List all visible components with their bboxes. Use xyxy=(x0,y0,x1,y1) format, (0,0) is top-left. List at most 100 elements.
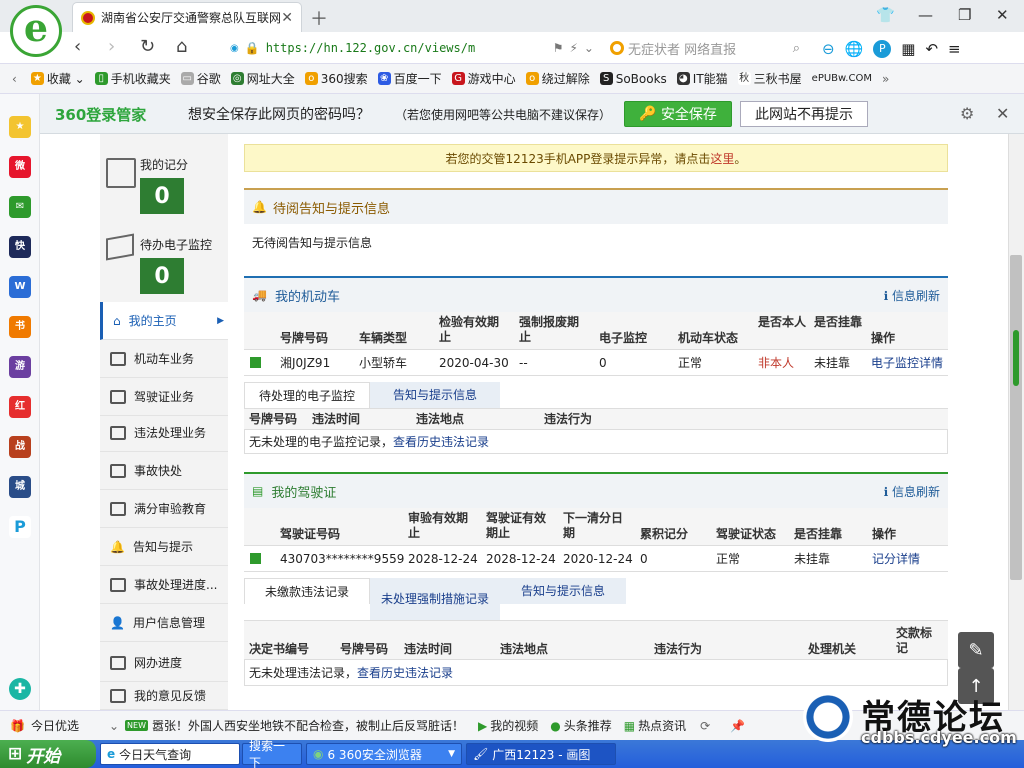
nav-accident-progress[interactable]: 事故处理进度... xyxy=(100,566,228,604)
bookmark-sobooks[interactable]: S SoBooks xyxy=(599,72,667,86)
search-input[interactable]: 无症状者 网络直报 xyxy=(628,39,736,58)
gear-icon[interactable]: ⚙ xyxy=(960,104,974,123)
home-icon[interactable]: ⌂ xyxy=(176,36,187,57)
points-detail-link[interactable]: 记分详情 xyxy=(872,552,920,567)
tab-pending-monitor[interactable]: 待处理的电子监控 xyxy=(244,382,370,408)
license-clear: 2020-12-24 xyxy=(563,552,633,566)
tab-vehicle-notice[interactable]: 告知与提示信息 xyxy=(370,382,500,408)
more-bookmarks-icon[interactable]: » xyxy=(882,72,889,86)
back-icon[interactable]: ‹ xyxy=(74,36,81,57)
forward-icon[interactable]: › xyxy=(108,36,115,57)
word-icon[interactable]: W xyxy=(9,276,31,298)
minus-circle-icon[interactable]: ⊖ xyxy=(822,40,835,58)
bookmark-epubw[interactable]: ePUBw.COM xyxy=(812,73,872,84)
bookmark-360search[interactable]: o 360搜索 xyxy=(304,70,368,87)
search-icon[interactable]: ⌕ xyxy=(793,41,800,56)
bookmark-itmao[interactable]: ◕ IT能猫 xyxy=(676,70,728,87)
nav-home[interactable]: ⌂ 我的主页 ▶ xyxy=(100,302,228,340)
nav-education[interactable]: 满分审验教育 xyxy=(100,490,228,528)
close-bar-icon[interactable]: ✕ xyxy=(996,104,1009,123)
apps-grid-icon[interactable]: ▦ xyxy=(901,40,915,58)
url-bar[interactable]: ◉ 🔒 https://hn.122.gov.cn/views/m ⚑⚡⌄ xyxy=(230,36,600,60)
edit-feedback-icon[interactable]: ✎ xyxy=(958,632,994,668)
game-icon[interactable]: 游 xyxy=(9,356,31,378)
hot-news[interactable]: 热点资讯 xyxy=(638,717,686,734)
chevron-down-icon[interactable]: ⌄ xyxy=(109,719,119,733)
license-valid: 2028-12-24 xyxy=(486,552,556,566)
shirt-skin-icon[interactable]: 👕 xyxy=(876,6,895,24)
add-app-icon[interactable]: ✚ xyxy=(9,678,31,700)
license-refresh-link[interactable]: ℹ 信息刷新 xyxy=(884,483,940,500)
nav-notice[interactable]: 🔔 告知与提示 xyxy=(100,528,228,566)
game-hero-icon[interactable]: 战 xyxy=(9,436,31,458)
globe-icon[interactable]: 🌐 xyxy=(845,40,864,58)
refresh-small-icon[interactable]: ⟳ xyxy=(700,719,710,733)
taskbar-paint[interactable]: 🖌 广西12123 - 画图 xyxy=(466,743,616,765)
p-extension-icon[interactable]: P xyxy=(873,40,892,58)
refresh-icon[interactable]: ↻ xyxy=(140,36,155,57)
bookmark-google[interactable]: ▭ 谷歌 xyxy=(180,70,221,87)
nav-progress[interactable]: 网办进度 xyxy=(100,644,228,682)
scrollbar-thumb[interactable] xyxy=(1010,255,1022,580)
star-icon[interactable]: ★ xyxy=(9,116,31,138)
bookmark-baidu[interactable]: ❀ 百度一下 xyxy=(377,70,442,87)
close-tab-icon[interactable]: ✕ xyxy=(281,10,293,26)
novel-icon[interactable]: 书 xyxy=(9,316,31,338)
bookmark-sanqiu[interactable]: 秋三秋书屋 xyxy=(737,70,802,87)
bookmark-mobile[interactable]: ▯ 手机收藏夹 xyxy=(94,70,171,87)
search-box[interactable]: 无症状者 网络直报 ⌕ xyxy=(610,36,800,60)
nav-violation[interactable]: 违法处理业务 xyxy=(100,414,228,452)
today-picks[interactable]: 今日优选 xyxy=(31,717,79,734)
nav-user-info[interactable]: 👤 用户信息管理 xyxy=(100,604,228,642)
unpaid-history-link[interactable]: 查看历史违法记录 xyxy=(357,666,453,680)
vehicle-inspect: 2020-04-30 xyxy=(439,356,509,370)
tab-license-notice[interactable]: 告知与提示信息 xyxy=(500,578,626,604)
minimize-icon[interactable]: — xyxy=(918,6,933,24)
pin-icon[interactable]: 📌 xyxy=(730,719,745,733)
menu-icon[interactable]: ≡ xyxy=(948,40,961,58)
monitor-value[interactable]: 0 xyxy=(140,258,184,294)
bookmark-bypass[interactable]: o 绕过解除 xyxy=(525,70,590,87)
safe-save-button[interactable]: 🔑 安全保存 xyxy=(624,101,732,127)
bookmark-game[interactable]: G 游戏中心 xyxy=(451,70,516,87)
news-ticker[interactable]: 嚣张！外国人西安坐地铁不配合检查，被制止后反骂脏话！ xyxy=(152,717,464,734)
ie-icon: e xyxy=(107,747,116,761)
nav-license[interactable]: 驾驶证业务 xyxy=(100,378,228,416)
tab-unpaid[interactable]: 未缴款违法记录 xyxy=(244,578,370,604)
nav-feedback[interactable]: 我的意见反馈 xyxy=(100,682,228,710)
360-browser-logo-icon[interactable]: e xyxy=(10,5,62,57)
game-castle-icon[interactable]: 城 xyxy=(9,476,31,498)
url-tool-icons[interactable]: ⚑⚡⌄ xyxy=(553,41,600,55)
weibo-icon[interactable]: 微 xyxy=(9,156,31,178)
news-icon[interactable]: 快 xyxy=(9,236,31,258)
bookmarks-toggle-icon[interactable]: ‹ xyxy=(12,72,17,86)
p-app-icon[interactable]: P xyxy=(9,516,31,538)
xiaohongshu-icon[interactable]: 红 xyxy=(9,396,31,418)
nav-vehicle[interactable]: 机动车业务 xyxy=(100,340,228,378)
score-value[interactable]: 0 xyxy=(140,178,184,214)
start-button[interactable]: ⊞ 开始 xyxy=(0,740,96,768)
close-window-icon[interactable]: ✕ xyxy=(996,6,1009,24)
mail-icon[interactable]: ✉ xyxy=(9,196,31,218)
nav-accident[interactable]: 事故快处 xyxy=(100,452,228,490)
search-once-button[interactable]: 搜索一下 xyxy=(242,739,302,768)
bookmark-hao[interactable]: ◎ 网址大全 xyxy=(230,70,295,87)
weather-search-box[interactable]: e 今日天气查询 xyxy=(100,743,240,765)
tab-title: 湖南省公安厅交通警察总队互联网 xyxy=(101,11,282,25)
bell-icon: 🔔 xyxy=(252,200,267,214)
tab-enforcement[interactable]: 未处理强制措施记录 xyxy=(370,578,500,620)
undo-icon[interactable]: ↶ xyxy=(925,40,938,58)
play-icon: ● xyxy=(550,718,561,733)
monitor-detail-link[interactable]: 电子监控详情 xyxy=(871,356,943,371)
my-video[interactable]: 我的视频 xyxy=(490,717,538,734)
vehicle-refresh-link[interactable]: ℹ 信息刷新 xyxy=(884,287,940,304)
restore-icon[interactable]: ❐ xyxy=(958,6,971,24)
never-prompt-button[interactable]: 此网站不再提示 xyxy=(740,101,868,127)
browser-tab[interactable]: 湖南省公安厅交通警察总队互联网 ✕ xyxy=(72,2,302,32)
monitor-history-link[interactable]: 查看历史违法记录 xyxy=(393,435,489,449)
new-tab-icon[interactable]: ＋ xyxy=(310,5,328,31)
here-link[interactable]: 这里 xyxy=(710,150,734,167)
headline-recommend[interactable]: 头条推荐 xyxy=(564,717,612,734)
taskbar-browser[interactable]: ◉ 6 360安全浏览器 ▼ xyxy=(306,743,462,765)
bookmark-favorites[interactable]: ★ 收藏 ⌄ xyxy=(30,70,85,87)
